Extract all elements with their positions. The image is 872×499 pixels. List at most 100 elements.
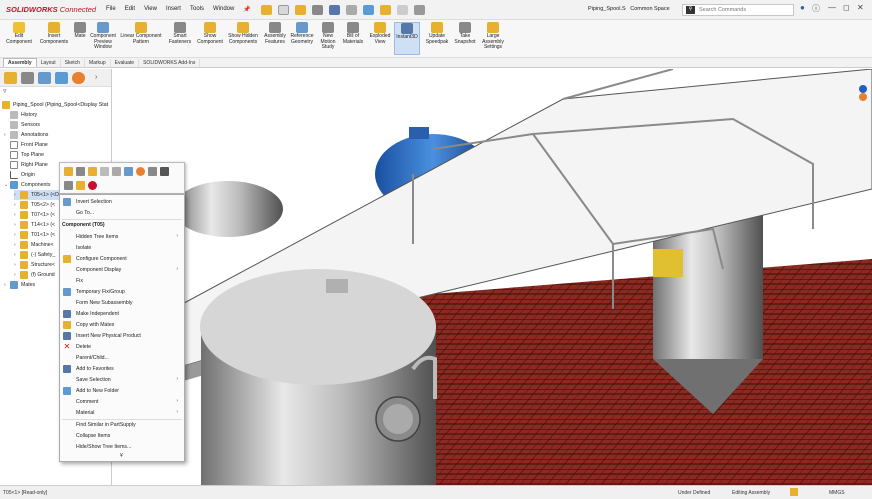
options-icon[interactable]	[413, 4, 425, 15]
menu-window[interactable]: Window	[213, 6, 234, 13]
component-preview-button[interactable]: Component Preview Window	[88, 22, 118, 51]
menu-item-collapse-items[interactable]: Collapse Items	[60, 431, 184, 441]
tab-evaluate[interactable]: Evaluate	[111, 59, 140, 67]
tree-item-safety[interactable]: › (-) Safety_	[14, 250, 55, 260]
menu-edit[interactable]: Edit	[125, 6, 135, 13]
bill-of-materials-button[interactable]: Bill of Materials	[340, 22, 366, 45]
menu-item-copy-with-mates[interactable]: Copy with Mates	[60, 320, 184, 330]
graphics-area[interactable]	[113, 69, 872, 485]
status-units[interactable]: MMGS	[829, 490, 845, 496]
menu-item-hidden-tree-items[interactable]: Hidden Tree Items ›	[60, 232, 184, 242]
tree-item-history[interactable]: History	[10, 110, 37, 120]
tree-item-front-plane[interactable]: Front Plane	[10, 140, 48, 150]
tree-item-origin[interactable]: Origin	[10, 170, 35, 180]
take-snapshot-button[interactable]: Take Snapshot	[452, 22, 478, 45]
search-commands-input[interactable]: ⚲ Search Commands	[682, 4, 794, 16]
tree-root[interactable]: Piping_Spool (Piping_Spool<Display Stat	[2, 100, 108, 110]
filter-icon[interactable]: ▿	[0, 87, 111, 97]
select-icon[interactable]	[362, 4, 374, 15]
large-assembly-settings-button[interactable]: Large Assembly Settings	[479, 22, 507, 51]
tree-item-annotations[interactable]: › Annotations	[4, 130, 48, 140]
restore-icon[interactable]: ◻	[843, 3, 850, 12]
menu-item-temporary-fix[interactable]: Temporary Fix/Group	[60, 287, 184, 297]
tree-item-t07-1[interactable]: › T07<1> (<	[14, 210, 55, 220]
menu-tools[interactable]: Tools	[190, 6, 204, 13]
tab-layout[interactable]: Layout	[37, 59, 61, 67]
save-icon[interactable]	[328, 4, 340, 15]
menu-item-add-to-favorites[interactable]: Add to Favorites	[60, 364, 184, 374]
menu-expand-arrow[interactable]: ¥	[120, 453, 123, 459]
undo-icon[interactable]	[345, 4, 357, 15]
mate-button[interactable]: Mate	[72, 22, 88, 40]
edit-part-icon[interactable]	[64, 167, 73, 176]
user-icon[interactable]: ●	[800, 3, 805, 12]
tree-item-t14-1[interactable]: › T14<1> (<	[14, 220, 55, 230]
zoom-to-selection-icon[interactable]	[64, 181, 73, 190]
dimxpert-tab-icon[interactable]	[55, 71, 68, 84]
tab-assembly[interactable]: Assembly	[3, 58, 37, 67]
home-icon[interactable]	[260, 4, 272, 15]
assembly-features-button[interactable]: Assembly Features	[262, 22, 288, 45]
rebuild-icon[interactable]	[160, 167, 169, 176]
menu-item-save-selection[interactable]: Save Selection ›	[60, 375, 184, 385]
menu-item-parent-child[interactable]: Parent/Child...	[60, 353, 184, 363]
exploded-view-button[interactable]: Exploded View	[367, 22, 393, 45]
rebuild-icon[interactable]	[379, 4, 391, 15]
smart-fasteners-button[interactable]: Smart Fasteners	[166, 22, 194, 45]
menu-item-hide-show-tree-items[interactable]: Hide/Show Tree Items...	[60, 442, 184, 452]
property-manager-tab-icon[interactable]	[21, 71, 34, 84]
update-speedpak-button[interactable]: Update Speedpak	[422, 22, 452, 45]
show-component-button[interactable]: Show Component	[194, 22, 226, 45]
configuration-manager-tab-icon[interactable]	[38, 71, 51, 84]
rebuild-status-icon[interactable]	[790, 488, 798, 496]
menu-item-component-display[interactable]: Component Display ›	[60, 265, 184, 275]
menu-item-fix[interactable]: Fix	[60, 276, 184, 286]
close-icon[interactable]: ✕	[857, 3, 864, 12]
configuration-icon[interactable]	[124, 167, 133, 176]
insert-components-button[interactable]: Insert Components	[37, 22, 71, 45]
hide-icon[interactable]	[100, 167, 109, 176]
tree-item-ground[interactable]: › (f) Ground	[14, 270, 55, 280]
tree-item-components[interactable]: ⌄ Components	[4, 180, 50, 190]
tree-item-mates[interactable]: › Mates	[4, 280, 35, 290]
pin-icon[interactable]: 📌	[243, 6, 250, 13]
appearance-icon[interactable]	[136, 167, 145, 176]
file-properties-icon[interactable]	[396, 4, 408, 15]
tab-markup[interactable]: Markup	[85, 59, 111, 67]
isolate-icon[interactable]	[148, 167, 157, 176]
menu-item-comment[interactable]: Comment ›	[60, 397, 184, 407]
tree-item-right-plane[interactable]: Right Plane	[10, 160, 48, 170]
tree-item-t01-1[interactable]: › T01<1> (<	[14, 230, 55, 240]
linear-pattern-button[interactable]: Linear Component Pattern	[118, 22, 164, 45]
instant3d-button[interactable]: Instant3D	[394, 22, 420, 55]
tab-sketch[interactable]: Sketch	[61, 59, 85, 67]
mate-icon[interactable]	[76, 167, 85, 176]
chevron-right-icon[interactable]: ›	[95, 74, 97, 81]
solidworks-logo[interactable]: SOLIDWORKS Connected	[6, 5, 96, 14]
open-icon[interactable]	[294, 4, 306, 15]
menu-insert[interactable]: Insert	[166, 6, 181, 13]
minimize-icon[interactable]: —	[828, 3, 836, 12]
menu-item-isolate[interactable]: Isolate	[60, 243, 184, 253]
properties-icon[interactable]	[76, 181, 85, 190]
menu-item-delete[interactable]: ✕ Delete	[60, 342, 184, 352]
menu-view[interactable]: View	[144, 6, 157, 13]
transparency-icon[interactable]	[112, 167, 121, 176]
feature-manager-tab-icon[interactable]	[4, 71, 17, 84]
suppress-icon[interactable]	[88, 167, 97, 176]
show-hidden-button[interactable]: Show Hidden Components	[227, 22, 259, 45]
menu-item-find-similar[interactable]: Find Similar in PartSupply	[60, 420, 184, 430]
menu-item-make-independent[interactable]: Make Independent	[60, 309, 184, 319]
menu-item-insert-physical-product[interactable]: Insert New Physical Product	[60, 331, 184, 341]
edit-component-button[interactable]: Edit Component	[3, 22, 35, 45]
menu-item-form-new-subassembly[interactable]: Form New Subassembly	[60, 298, 184, 308]
print-icon[interactable]	[311, 4, 323, 15]
new-document-icon[interactable]	[277, 4, 289, 15]
color-icon[interactable]	[88, 181, 97, 190]
reference-geometry-button[interactable]: Reference Geometry	[288, 22, 316, 45]
tree-item-t05-2[interactable]: › T05<2> (<	[14, 200, 55, 210]
tree-item-structure[interactable]: › Structure<	[14, 260, 55, 270]
tree-item-machine[interactable]: › Machine<	[14, 240, 54, 250]
menu-item-material[interactable]: Material ›	[60, 408, 184, 418]
motion-study-button[interactable]: New Motion Study	[317, 22, 339, 51]
